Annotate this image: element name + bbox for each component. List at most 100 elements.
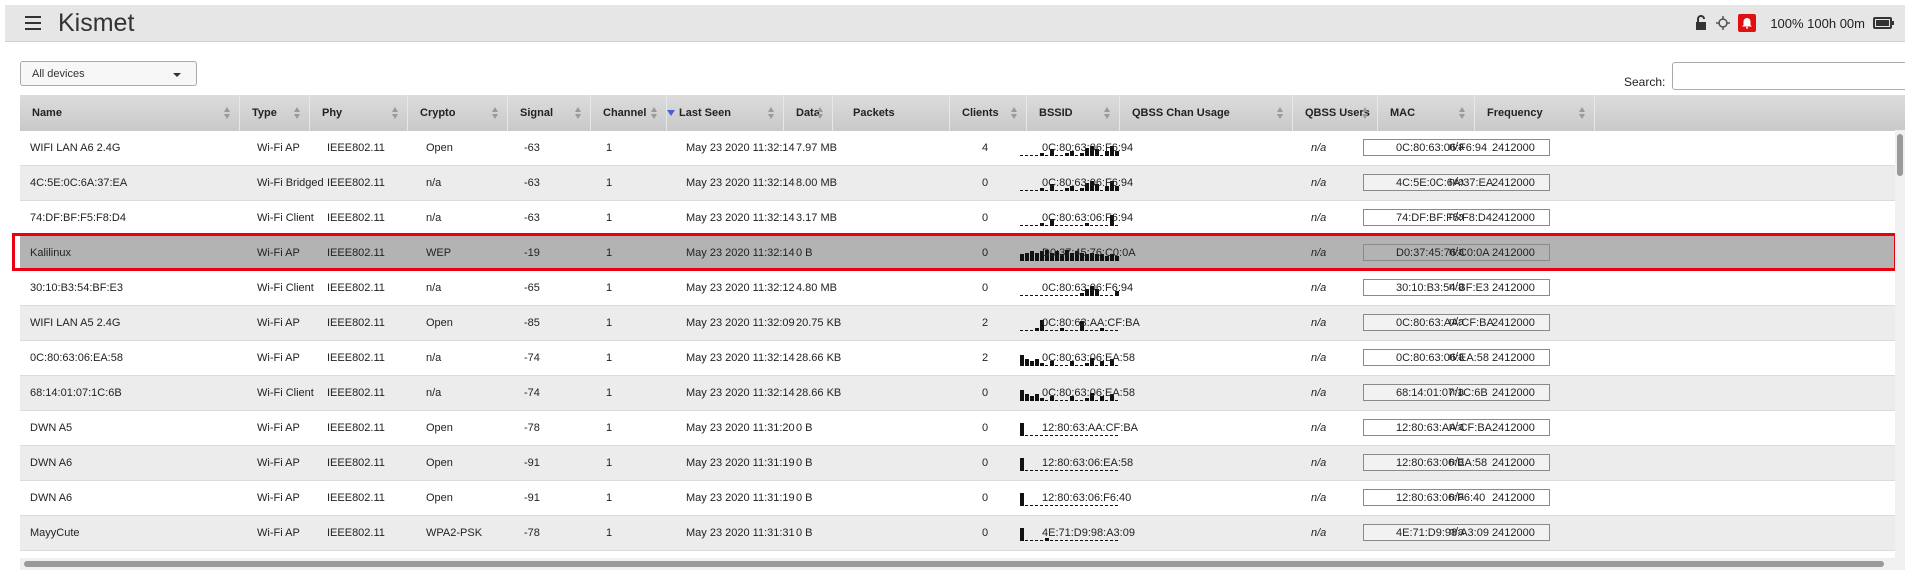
cell-last-seen: May 23 2020 11:31:19 <box>686 457 795 469</box>
sort-icon[interactable] <box>1579 106 1586 120</box>
sort-icon[interactable] <box>1104 106 1111 120</box>
cell-frequency: 2412000 <box>1492 422 1535 434</box>
packet-bar <box>1030 396 1034 401</box>
column-header-bssid[interactable]: BSSID <box>1027 95 1120 131</box>
sort-icon[interactable] <box>651 106 658 120</box>
sort-icon[interactable] <box>1277 106 1284 120</box>
cell-last-seen: May 23 2020 11:32:14 <box>686 352 795 364</box>
sort-icon[interactable] <box>392 106 399 120</box>
cell-qbss-users: n/a <box>1311 457 1327 469</box>
table-row[interactable]: DWN A5 Wi-Fi AP IEEE802.11 Open -78 1 May 23 2… <box>20 411 1905 446</box>
cell-phy: IEEE802.11 <box>327 352 385 364</box>
column-header-crypto[interactable]: Crypto <box>408 95 508 131</box>
top-bar: Kismet 100% 100h 00m <box>5 5 1905 42</box>
column-header-phy[interactable]: Phy <box>310 95 408 131</box>
table-row[interactable]: 30:10:B3:54:BF:E3 Wi-Fi Client IEEE802.11 n… <box>20 271 1905 306</box>
packet-bar <box>1025 155 1028 156</box>
cell-mac: 12:80:63:06:EA:58 <box>1396 457 1488 469</box>
cell-qbss-users: n/a <box>1311 247 1327 259</box>
packet-bar <box>1025 470 1028 471</box>
table-row[interactable]: DWN A6 Wi-Fi AP IEEE802.11 Open -91 1 May 23 2… <box>20 446 1905 481</box>
sort-icon[interactable] <box>575 106 582 120</box>
cell-data: 4.80 MB <box>796 282 837 294</box>
sort-icon[interactable] <box>492 106 499 120</box>
cell-signal: -63 <box>524 142 540 154</box>
cell-type: Wi-Fi AP <box>257 492 300 504</box>
cell-name: 4C:5E:0C:6A:37:EA <box>30 177 128 189</box>
column-header-last-seen[interactable]: Last Seen <box>667 95 784 131</box>
cell-qbss-users: n/a <box>1311 352 1327 364</box>
vertical-scrollbar-thumb[interactable] <box>1897 134 1903 176</box>
table-row[interactable]: 74:DF:BF:F5:F8:D4 Wi-Fi Client IEEE802.11 n… <box>20 201 1905 236</box>
column-header-label: Last Seen <box>679 107 731 119</box>
horizontal-scrollbar-thumb[interactable] <box>24 561 1884 567</box>
alert-bell-icon[interactable] <box>1738 14 1757 32</box>
cell-name: 0C:80:63:06:EA:58 <box>30 352 123 364</box>
cell-data: 28.66 KB <box>796 387 842 399</box>
cell-name: MayyCute <box>30 527 80 539</box>
sort-icon[interactable] <box>224 106 231 120</box>
table-row[interactable]: Kalilinux Wi-Fi AP IEEE802.11 WEP -19 1 May 23… <box>20 236 1905 271</box>
column-header-clients[interactable]: Clients <box>950 95 1027 131</box>
table-header: Name Type Phy Crypto Signal Channel Last Seen D… <box>20 95 1905 132</box>
table-row[interactable]: 0C:80:63:06:EA:58 Wi-Fi AP IEEE802.11 n/a -7… <box>20 341 1905 376</box>
column-header-signal[interactable]: Signal <box>508 95 591 131</box>
sort-icon[interactable] <box>768 106 775 120</box>
table-row[interactable]: MayyCute Wi-Fi AP IEEE802.11 WPA2-PSK -78 1 Ma… <box>20 516 1905 551</box>
sort-icon[interactable] <box>817 106 824 120</box>
cell-last-seen: May 23 2020 11:32:14 <box>686 177 795 189</box>
cell-channel: 1 <box>606 387 613 399</box>
packet-bar <box>1030 330 1033 331</box>
column-header-channel[interactable]: Channel <box>591 95 675 131</box>
column-header-label: Crypto <box>420 107 456 119</box>
lock-icon[interactable] <box>1694 15 1708 31</box>
cell-name: 30:10:B3:54:BF:E3 <box>30 282 123 294</box>
packet-bar <box>1030 155 1033 156</box>
packet-bar <box>1020 190 1023 191</box>
cell-signal: -63 <box>524 212 540 224</box>
cell-phy: IEEE802.11 <box>327 177 385 189</box>
packet-bar <box>1035 190 1038 191</box>
sort-icon[interactable] <box>1362 106 1369 120</box>
cell-mac: 12:80:63:06:F6:40 <box>1396 492 1486 504</box>
device-view-select-value: All devices <box>32 68 85 80</box>
table-row[interactable]: WIFI LAN A6 2.4G Wi-Fi AP IEEE802.11 Open -6… <box>20 131 1905 166</box>
table-row[interactable]: 4C:5E:0C:6A:37:EA Wi-Fi Bridged IEEE802.11… <box>20 166 1905 201</box>
cell-clients: 0 <box>982 247 989 259</box>
cell-crypto: n/a <box>426 177 442 189</box>
column-header-name[interactable]: Name <box>20 95 240 131</box>
column-header-mac[interactable]: MAC <box>1378 95 1475 131</box>
cell-last-seen: May 23 2020 11:32:09 <box>686 317 795 329</box>
table-row[interactable]: 68:14:01:07:1C:6B Wi-Fi Client IEEE802.11 n… <box>20 376 1905 411</box>
column-header-packets[interactable]: Packets <box>833 95 950 131</box>
column-header-frequency[interactable]: Frequency <box>1475 95 1595 131</box>
hamburger-menu-icon[interactable] <box>25 16 41 30</box>
table-row[interactable]: WIFI LAN A5 2.4G Wi-Fi AP IEEE802.11 Open -8… <box>20 306 1905 341</box>
cell-clients: 0 <box>982 492 989 504</box>
packet-bar <box>1020 330 1023 331</box>
cell-crypto: n/a <box>426 387 442 399</box>
column-header-qbss-chan-usage[interactable]: QBSS Chan Usage <box>1120 95 1293 131</box>
cell-channel: 1 <box>606 247 613 259</box>
cell-mac: 4E:71:D9:98:A3:09 <box>1396 527 1489 539</box>
column-header-label: MAC <box>1390 107 1416 119</box>
column-header-qbss-users[interactable]: QBSS Users <box>1293 95 1378 131</box>
column-header-type[interactable]: Type <box>240 95 310 131</box>
column-header-data[interactable]: Data <box>784 95 833 131</box>
cell-type: Wi-Fi AP <box>257 527 300 539</box>
cell-qbss-users: n/a <box>1311 317 1327 329</box>
packet-bar <box>1030 190 1033 191</box>
gps-crosshair-icon[interactable] <box>1716 16 1731 30</box>
sort-icon[interactable] <box>294 106 301 120</box>
sort-icon[interactable] <box>1011 106 1018 120</box>
horizontal-scrollbar[interactable] <box>20 558 1905 570</box>
cell-name: WIFI LAN A5 2.4G <box>30 317 121 329</box>
search-input[interactable] <box>1672 62 1905 90</box>
packet-bar <box>1025 540 1028 541</box>
cell-frequency: 2412000 <box>1492 492 1535 504</box>
table-row[interactable]: DWN A6 Wi-Fi AP IEEE802.11 Open -91 1 May 23 2… <box>20 481 1905 516</box>
sort-icon[interactable] <box>1459 106 1466 120</box>
device-view-select[interactable]: All devices <box>20 61 197 86</box>
cell-signal: -63 <box>524 177 540 189</box>
vertical-scrollbar[interactable] <box>1895 130 1905 558</box>
